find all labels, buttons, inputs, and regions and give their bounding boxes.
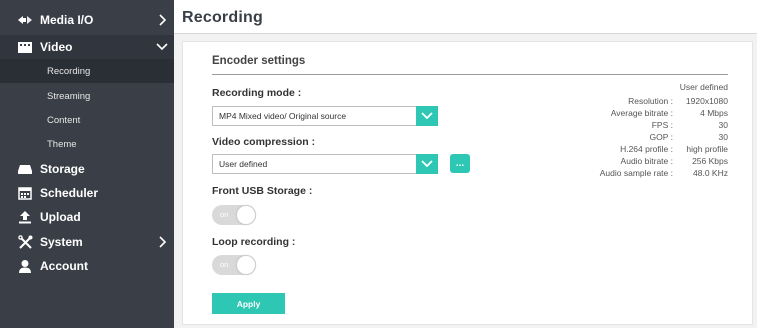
info-key: GOP : [649, 132, 673, 142]
chevron-down-icon [156, 41, 168, 53]
chevron-right-icon [156, 236, 168, 248]
info-value: 4 Mbps [700, 108, 728, 118]
page-header: Recording [174, 0, 757, 34]
info-value: 30 [718, 132, 728, 142]
sidebar-item-label: Account [40, 259, 88, 273]
video-compression-select[interactable]: User defined [212, 154, 438, 174]
more-options-button[interactable]: ... [450, 154, 470, 173]
section-divider [212, 74, 728, 75]
sidebar-item-account[interactable]: Account [0, 254, 174, 278]
sidebar-item-label: Storage [40, 162, 85, 176]
info-value: 30 [718, 120, 728, 130]
sidebar-item-scheduler[interactable]: Scheduler [0, 181, 174, 205]
sidebar-subitem-streaming[interactable]: Streaming [0, 84, 174, 108]
recording-mode-select[interactable]: MP4 Mixed video/ Original source [212, 106, 438, 126]
info-value: 48.0 KHz [693, 168, 728, 178]
toggle-knob [236, 205, 256, 225]
sidebar-item-label: Media I/O [40, 13, 94, 27]
info-value: high profile [686, 144, 728, 154]
info-row: Resolution : 1920x1080 [568, 96, 728, 106]
recording-mode-label: Recording mode : [212, 87, 302, 99]
apply-button[interactable]: Apply [212, 293, 285, 314]
recording-mode-value: MP4 Mixed video/ Original source [219, 111, 347, 121]
storage-icon [17, 161, 33, 177]
sidebar-subitem-label: Theme [47, 138, 77, 150]
page-title: Recording [182, 9, 263, 26]
sidebar-subitem-recording[interactable]: Recording [0, 59, 174, 83]
sidebar-item-label: System [40, 235, 83, 249]
sidebar-item-storage[interactable]: Storage [0, 157, 174, 181]
sidebar-subitem-label: Streaming [47, 90, 91, 102]
sidebar-subitem-label: Recording [47, 65, 91, 77]
chevron-down-icon[interactable] [416, 154, 438, 174]
loop-recording-toggle[interactable]: on [212, 255, 256, 275]
info-key: H.264 profile : [620, 144, 673, 154]
sidebar-subitem-content[interactable]: Content [0, 108, 174, 132]
front-usb-storage-label: Front USB Storage : [212, 185, 313, 197]
video-compression-label: Video compression : [212, 136, 316, 148]
info-row: H.264 profile : high profile [568, 144, 728, 154]
info-row: Audio bitrate : 256 Kbps [568, 156, 728, 166]
chevron-right-icon [156, 14, 168, 26]
info-value: 1920x1080 [685, 96, 728, 106]
info-key: FPS : [651, 120, 673, 130]
info-value: 256 Kbps [692, 156, 728, 166]
sidebar-item-upload[interactable]: Upload [0, 205, 174, 229]
toggle-knob [236, 255, 256, 275]
sidebar-item-system[interactable]: System [0, 230, 174, 254]
sidebar-item-label: Scheduler [40, 186, 99, 200]
sidebar: Media I/O Video Recording Streaming Cont… [0, 0, 174, 328]
tools-icon [17, 234, 33, 250]
section-title: Encoder settings [212, 55, 306, 67]
user-icon [17, 258, 33, 274]
toggle-state: on [220, 210, 229, 219]
sidebar-item-video[interactable]: Video [0, 35, 174, 59]
info-profile-name: User defined [679, 82, 728, 92]
chevron-down-icon[interactable] [416, 106, 438, 126]
media-io-icon [17, 12, 33, 28]
encoder-settings-panel: Encoder settings Recording mode : MP4 Mi… [182, 41, 753, 325]
sidebar-item-label: Video [40, 40, 73, 54]
video-compression-value: User defined [219, 159, 268, 169]
front-usb-storage-toggle[interactable]: on [212, 205, 256, 225]
info-row: Audio sample rate : 48.0 KHz [568, 168, 728, 178]
sidebar-subitem-theme[interactable]: Theme [0, 132, 174, 156]
sidebar-item-label: Upload [40, 210, 81, 224]
info-key: Audio bitrate : [620, 156, 673, 166]
loop-recording-label: Loop recording : [212, 236, 296, 248]
info-key: Resolution : [628, 96, 673, 106]
sidebar-item-media-io[interactable]: Media I/O [0, 8, 174, 32]
info-key: Audio sample rate : [599, 168, 673, 178]
info-key: Average bitrate : [610, 108, 673, 118]
video-icon [17, 39, 33, 55]
upload-icon [17, 209, 33, 225]
info-row: FPS : 30 [568, 120, 728, 130]
calendar-icon [17, 185, 33, 201]
sidebar-subitem-label: Content [47, 114, 81, 126]
info-row: GOP : 30 [568, 132, 728, 142]
toggle-state: on [220, 260, 229, 269]
info-row: Average bitrate : 4 Mbps [568, 108, 728, 118]
